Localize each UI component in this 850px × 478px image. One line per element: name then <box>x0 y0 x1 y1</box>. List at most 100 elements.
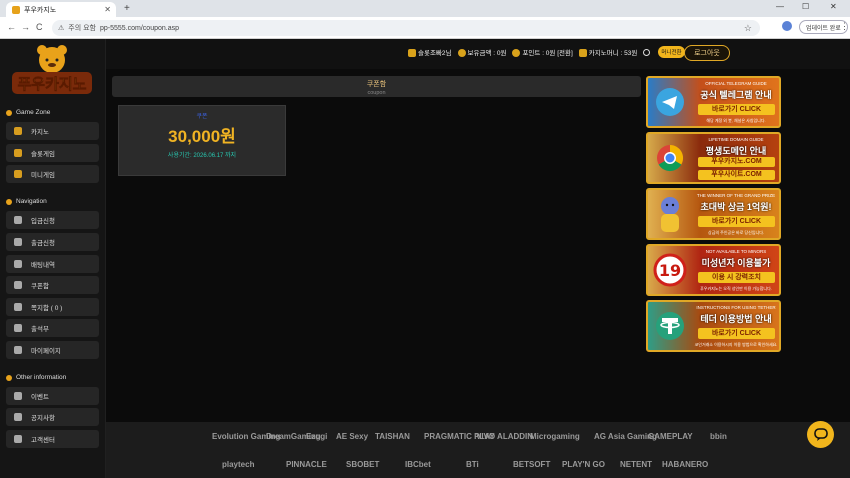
banner-cta[interactable]: 바로가기 CLICK <box>698 216 775 227</box>
site-logo[interactable]: 푸우카지노 <box>10 44 94 100</box>
provider-logo: bbin <box>710 432 727 441</box>
refresh-money-icon[interactable] <box>643 48 651 56</box>
slot-icon <box>14 149 22 157</box>
banner-sub: 푸우카지노는 오직 성인만 이용 가능합니다. <box>700 286 772 291</box>
withdraw-icon <box>14 238 22 246</box>
banner-jackpot[interactable]: THE WINNER OF THE GRAND PRIZE 초대박 상금 1억원… <box>646 188 781 240</box>
url-field[interactable]: ⚠ 주의 요함 pp-5555.com/coupon.asp ☆ <box>52 20 760 36</box>
megaphone-icon <box>14 413 22 421</box>
money-convert-button[interactable]: 머니전환 <box>658 46 685 58</box>
banner-cta[interactable]: 푸우카지노.COM <box>698 157 775 167</box>
url-warning: 주의 요함 <box>68 25 96 32</box>
sidebar-item-messages[interactable]: 쪽지함 ( 0 ) <box>6 298 99 316</box>
sidebar-item-label: 배팅내역 <box>31 262 55 269</box>
section-navigation: Navigation <box>6 198 47 205</box>
back-button[interactable]: ← <box>7 22 16 32</box>
provider-logo: NETENT <box>620 460 652 469</box>
provider-logo: SBOBET <box>346 460 380 469</box>
chrome-icon <box>648 134 692 182</box>
sidebar-item-label: 미니게임 <box>31 172 55 179</box>
banner-tether[interactable]: INSTRUCTIONS FOR USING TETHER 테더 이용방법 안내… <box>646 300 781 352</box>
banner-small-text: THE WINNER OF THE GRAND PRIZE <box>696 193 776 198</box>
banner-sub: 코인거래소 이용하시지 이용 방법으로 확인하세요. <box>694 342 778 347</box>
new-tab-button[interactable]: + <box>124 3 130 14</box>
browser-tab[interactable]: 푸우카지노 ✕ <box>6 2 116 17</box>
sidebar-item-slot[interactable]: 슬롯게임 <box>6 144 99 162</box>
sidebar-item-label: 마이페이지 <box>31 348 61 355</box>
sidebar-item-label: 출석부 <box>31 326 49 333</box>
attendance-icon <box>14 324 22 332</box>
svg-text:19: 19 <box>659 261 681 280</box>
coupon-card[interactable]: 쿠폰 30,000원 사용기간: 2026.06.17 까지 <box>118 105 286 176</box>
banner-cta-2[interactable]: 푸우사이트.COM <box>698 170 775 180</box>
banner-cta[interactable]: 바로가기 CLICK <box>698 328 775 339</box>
casino-icon <box>14 127 22 135</box>
points: 포인트 : 0원 <box>522 49 556 57</box>
sidebar-item-bet-history[interactable]: 배팅내역 <box>6 255 99 273</box>
sidebar-item-casino[interactable]: 카지노 <box>6 122 99 140</box>
provider-logo: AE Sexy <box>336 432 369 441</box>
provider-logo: HABANERO <box>662 460 709 469</box>
sidebar-item-mypage[interactable]: 마이페이지 <box>6 341 99 359</box>
banner-small-text: NOT AVAILABLE TO MINORS <box>705 249 767 254</box>
profile-avatar[interactable] <box>782 21 792 31</box>
sidebar-item-support[interactable]: 고객센터 <box>6 430 99 448</box>
tether-icon <box>648 302 692 350</box>
browser-tabbar: 푸우카지노 ✕ + — ☐ ✕ <box>0 0 850 17</box>
maximize-button[interactable]: ☐ <box>802 2 809 11</box>
chat-button[interactable] <box>807 421 834 448</box>
sidebar-item-label: 슬롯게임 <box>31 151 55 158</box>
banner-small-text: LIFETIME DOMAIN GUIDE <box>708 137 764 142</box>
banner-title: 초대박 상금 1억원! <box>700 202 772 212</box>
url-text: pp-5555.com/coupon.asp <box>100 24 179 32</box>
sidebar-item-attendance[interactable]: 출석부 <box>6 319 99 337</box>
deposit-icon <box>14 216 22 224</box>
banner-title: 테더 이용방법 안내 <box>700 314 772 324</box>
refresh-button[interactable]: C <box>36 22 43 32</box>
provider-logo: PINNACLE <box>286 460 327 469</box>
telegram-icon <box>648 78 692 126</box>
coupon-expiry: 사용기간: 2026.06.17 까지 <box>167 153 237 159</box>
logout-button[interactable]: 로그아웃 <box>684 45 730 61</box>
sidebar-item-deposit[interactable]: 입금신청 <box>6 211 99 229</box>
provider-logo: Microgaming <box>530 432 580 441</box>
logo-text: 푸우카지노 <box>17 75 86 93</box>
sidebar-item-minigame[interactable]: 미니게임 <box>6 165 99 183</box>
tab-close-icon[interactable]: ✕ <box>104 5 111 14</box>
forward-button[interactable]: → <box>21 22 30 32</box>
coin-icon <box>457 49 466 58</box>
gift-icon <box>14 392 22 400</box>
banner-domain[interactable]: LIFETIME DOMAIN GUIDE 평생도메인 안내 푸우카지노.COM… <box>646 132 781 184</box>
age-19-icon: 19 <box>648 246 692 294</box>
banner-title: 미성년자 이용불가 <box>701 258 771 268</box>
banner-minors[interactable]: 19 NOT AVAILABLE TO MINORS 미성년자 이용불가 이용 … <box>646 244 781 296</box>
banner-cta[interactable]: 이용 시 강력조치 <box>698 272 775 283</box>
window-close-button[interactable]: ✕ <box>830 2 837 11</box>
chat-icon <box>813 427 828 441</box>
sidebar-item-label: 쪽지함 ( 0 ) <box>31 305 63 312</box>
gamepad-icon <box>14 170 22 178</box>
minimize-button[interactable]: — <box>776 2 784 11</box>
bookmark-star-icon[interactable]: ☆ <box>744 23 752 34</box>
provider-logo: IBCbet <box>405 460 431 469</box>
username: 슬롯조빠2님 <box>418 49 452 57</box>
banner-cta[interactable]: 바로가기 CLICK <box>698 104 775 115</box>
page-subtitle: coupon <box>367 90 386 96</box>
provider-logo: BTi <box>466 460 479 469</box>
banner-small-text: INSTRUCTIONS FOR USING TETHER <box>696 305 776 310</box>
balance: 보유금액 : 0원 <box>467 49 507 57</box>
sidebar-item-withdraw[interactable]: 출금신청 <box>6 233 99 251</box>
sidebar-item-coupon[interactable]: 쿠폰함 <box>6 276 99 294</box>
sidebar-item-event[interactable]: 이벤트 <box>6 387 99 405</box>
section-dot-icon <box>6 198 12 205</box>
sidebar-item-label: 공지사항 <box>31 415 55 422</box>
sidebar-item-label: 쿠폰함 <box>31 283 49 290</box>
point-icon <box>512 49 521 58</box>
section-dot-icon <box>6 109 12 116</box>
banner-telegram[interactable]: OFFICIAL TELEGRAM GUIDE 공식 텔레그램 안내 바로가기 … <box>646 76 781 128</box>
browser-menu-icon[interactable]: ⋮ <box>840 21 849 32</box>
page-title: 쿠폰함 <box>366 81 387 88</box>
sidebar-item-notice[interactable]: 공지사항 <box>6 408 99 426</box>
convert-link[interactable]: [전환] <box>557 50 573 57</box>
section-title-text: Other information <box>16 374 67 381</box>
